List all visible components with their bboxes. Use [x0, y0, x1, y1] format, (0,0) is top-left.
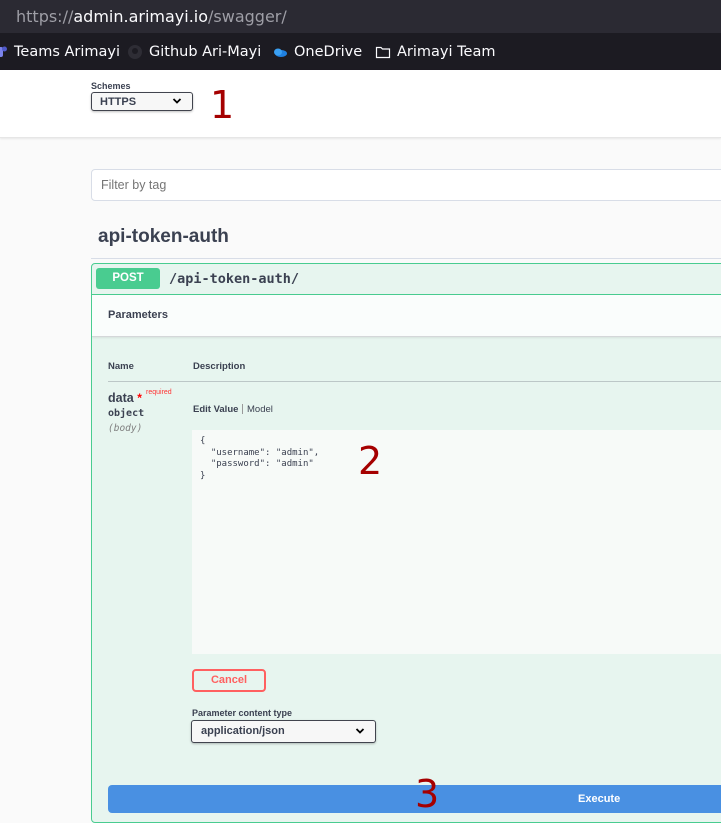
operation-path: /api-token-auth/	[169, 271, 300, 287]
bookmark-github-ari-mayi[interactable]: Github Ari-Mayi	[127, 33, 261, 70]
operation-summary[interactable]: POST /api-token-auth/	[92, 264, 721, 295]
tag-title[interactable]: api-token-auth	[98, 226, 229, 248]
annotation-1: 1	[210, 83, 235, 127]
annotation-2: 2	[358, 439, 383, 483]
bookmark-onedrive[interactable]: OneDrive	[272, 33, 362, 70]
tab-separator	[242, 404, 243, 414]
parameters-header: Parameters	[92, 295, 721, 337]
column-header-description: Description	[193, 361, 246, 372]
teams-icon	[0, 44, 8, 60]
columns-divider	[108, 381, 721, 382]
onedrive-icon	[272, 44, 288, 60]
schemes-select[interactable]: HTTPS	[91, 92, 193, 111]
request-body-textarea[interactable]: { "username": "admin", "password": "admi…	[192, 430, 721, 654]
required-label: required	[146, 389, 172, 396]
column-header-name: Name	[108, 361, 134, 372]
browser-url-bar[interactable]: https://admin.arimayi.io/swagger/	[0, 0, 721, 33]
cancel-button[interactable]: Cancel	[192, 669, 266, 692]
parameter-type: object	[108, 408, 145, 419]
parameters-title: Parameters	[108, 309, 168, 321]
tag-divider	[91, 258, 721, 259]
bookmark-arimayi-team[interactable]: Arimayi Team	[375, 33, 495, 70]
tab-model[interactable]: Model	[247, 404, 273, 415]
filter-by-tag-input[interactable]: Filter by tag	[91, 169, 721, 201]
github-icon	[127, 44, 143, 60]
annotation-3: 3	[415, 772, 440, 816]
chevron-down-icon	[355, 728, 365, 734]
operation-block-post: POST /api-token-auth/ Parameters Name De…	[91, 263, 721, 823]
content-type-select[interactable]: application/json	[191, 720, 376, 743]
parameter-in: (body)	[108, 423, 143, 434]
url-text[interactable]: https://admin.arimayi.io/swagger/	[16, 0, 287, 33]
chevron-down-icon	[172, 98, 182, 104]
required-star: *	[137, 391, 142, 405]
method-badge: POST	[96, 268, 160, 289]
content-type-label: Parameter content type	[192, 708, 293, 718]
bookmarks-bar: Teams Arimayi Github Ari-Mayi OneDrive A…	[0, 33, 721, 70]
tab-edit-value[interactable]: Edit Value	[193, 404, 238, 415]
folder-icon	[375, 44, 391, 60]
schemes-label: Schemes	[91, 81, 131, 91]
parameter-name: data *	[108, 391, 142, 405]
bookmark-teams-arimayi[interactable]: Teams Arimayi	[0, 33, 120, 70]
